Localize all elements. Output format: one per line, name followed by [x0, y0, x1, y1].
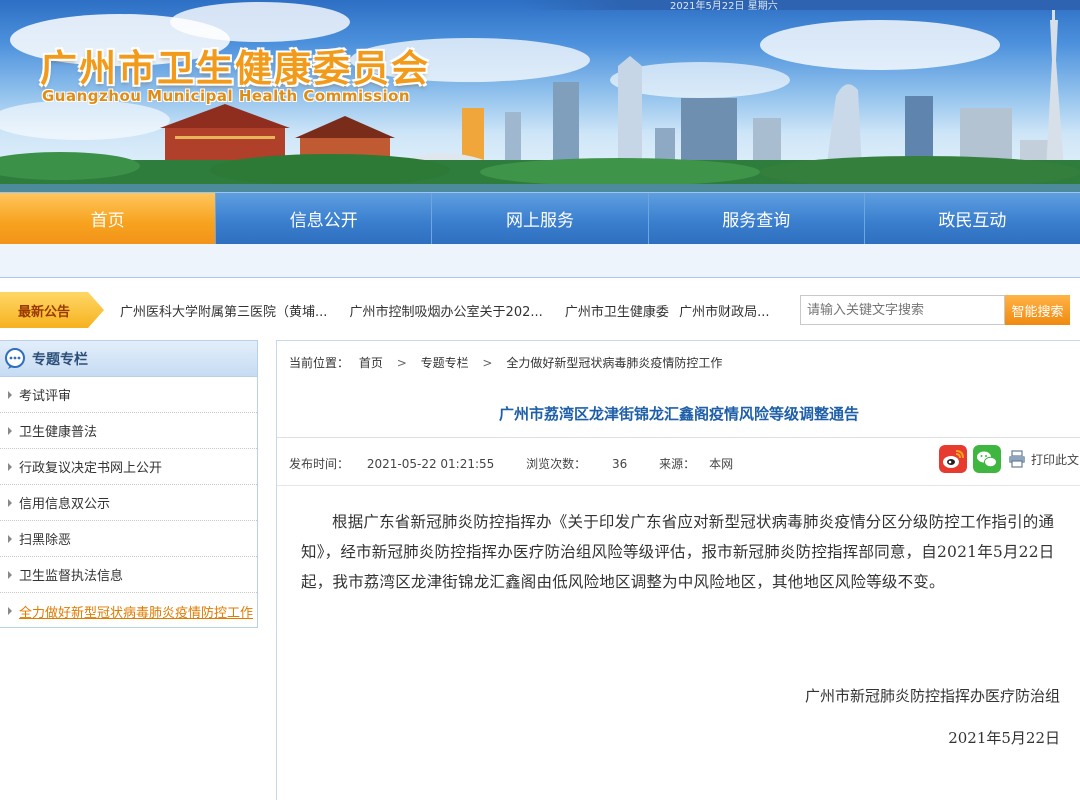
caret-right-icon	[8, 570, 12, 579]
breadcrumb-topics[interactable]: 专题专栏	[421, 356, 469, 370]
caret-right-icon	[8, 607, 12, 615]
sidebar-header: 专题专栏	[0, 341, 257, 377]
publish-label: 发布时间：	[289, 457, 350, 471]
caret-right-icon	[8, 426, 12, 435]
article-body: 根据广东省新冠肺炎防控指挥办《关于印发广东省应对新型冠状病毒肺炎疫情分区分级防控…	[301, 513, 1055, 591]
source-value: 本网	[709, 457, 734, 471]
sidebar: 专题专栏 考试评审 卫生健康普法 行政复议决定书网上公开 信用信息双公示 扫黑除…	[0, 340, 258, 628]
breadcrumb-prefix: 当前位置：	[289, 356, 350, 370]
notice-tag-label: 最新公告	[18, 305, 71, 320]
article-panel: 当前位置： 首页 > 专题专栏 > 全力做好新型冠状病毒肺炎疫情防控工作 广州市…	[276, 340, 1080, 800]
breadcrumb-current[interactable]: 全力做好新型冠状病毒肺炎疫情防控工作	[506, 356, 722, 370]
smart-search-button[interactable]: 智能搜索	[1005, 295, 1070, 325]
notice-link[interactable]: 广州市卫生健康委	[565, 305, 669, 320]
weibo-icon[interactable]	[939, 445, 967, 473]
speech-bubble-icon	[5, 347, 25, 369]
article-title: 广州市荔湾区龙津街锦龙汇鑫阁疫情风险等级调整通告	[498, 405, 859, 423]
sidebar-list: 考试评审 卫生健康普法 行政复议决定书网上公开 信用信息双公示 扫黑除恶 卫生监…	[0, 377, 257, 629]
caret-right-icon	[8, 462, 12, 471]
top-info-strip: 2021年5月22日 星期六	[520, 0, 1080, 12]
printer-icon[interactable]	[1007, 449, 1027, 469]
sidebar-item-admin-review[interactable]: 行政复议决定书网上公开	[0, 449, 257, 485]
breadcrumb-separator: >	[482, 356, 493, 370]
caret-right-icon	[8, 390, 12, 399]
sidebar-item-covid-prevention[interactable]: 全力做好新型冠状病毒肺炎疫情防控工作	[0, 593, 257, 629]
nav-item-info-disclosure[interactable]: 信息公开	[216, 193, 433, 244]
divider	[277, 485, 1080, 486]
sub-nav-bar	[0, 244, 1080, 278]
notice-link[interactable]: 广州市控制吸烟办公室关于202...	[350, 305, 543, 320]
views-label: 浏览次数：	[526, 457, 587, 471]
source-label: 来源：	[659, 457, 696, 471]
nav-item-public-interaction[interactable]: 政民互动	[865, 193, 1080, 244]
publish-time: 2021-05-22 01:21:55	[366, 457, 495, 471]
breadcrumb: 当前位置： 首页 > 专题专栏 > 全力做好新型冠状病毒肺炎疫情防控工作	[289, 354, 722, 371]
sidebar-title: 专题专栏	[32, 351, 88, 368]
date-text: 2021年5月22日 星期六	[670, 1, 778, 12]
notice-link[interactable]: 广州医科大学附属第三医院（黄埔...	[120, 305, 327, 320]
caret-right-icon	[8, 534, 12, 543]
breadcrumb-home[interactable]: 首页	[359, 356, 383, 370]
wechat-icon[interactable]	[973, 445, 1001, 473]
article-date: 2021年5月22日	[948, 729, 1060, 747]
divider	[277, 437, 1080, 438]
sidebar-item-credit-info[interactable]: 信用信息双公示	[0, 485, 257, 521]
sidebar-item-exam-review[interactable]: 考试评审	[0, 377, 257, 413]
search-input[interactable]	[800, 295, 1005, 325]
caret-right-icon	[8, 498, 12, 507]
nav-item-home[interactable]: 首页	[0, 193, 217, 244]
main-nav: 首页 信息公开 网上服务 服务查询 政民互动	[0, 192, 1080, 244]
nav-item-service-query[interactable]: 服务查询	[649, 193, 865, 244]
print-article-link[interactable]: 打印此文	[1031, 451, 1079, 468]
sidebar-item-health-law[interactable]: 卫生健康普法	[0, 413, 257, 449]
site-title: 广州市卫生健康委员会	[40, 47, 430, 90]
site-subtitle: Guangzhou Municipal Health Commission	[42, 87, 411, 105]
views-count: 36	[611, 457, 628, 471]
article-meta: 发布时间： 2021-05-22 01:21:55 浏览次数： 36 来源： 本网	[289, 455, 761, 472]
notice-links: 广州医科大学附属第三医院（黄埔... 广州市控制吸烟办公室关于202... 广州…	[120, 301, 787, 320]
article-signature: 广州市新冠肺炎防控指挥办医疗防治组	[804, 687, 1060, 705]
breadcrumb-separator: >	[396, 356, 407, 370]
notice-link[interactable]: 广州市财政局...	[679, 305, 769, 320]
sidebar-item-anti-crime[interactable]: 扫黑除恶	[0, 521, 257, 557]
share-tools: 打印此文	[939, 445, 1079, 473]
sidebar-item-health-supervision[interactable]: 卫生监督执法信息	[0, 557, 257, 593]
site-banner: 2021年5月22日 星期六 广州市卫生健康委员会 Guangzhou Muni…	[0, 0, 1080, 192]
nav-item-online-service[interactable]: 网上服务	[432, 193, 649, 244]
